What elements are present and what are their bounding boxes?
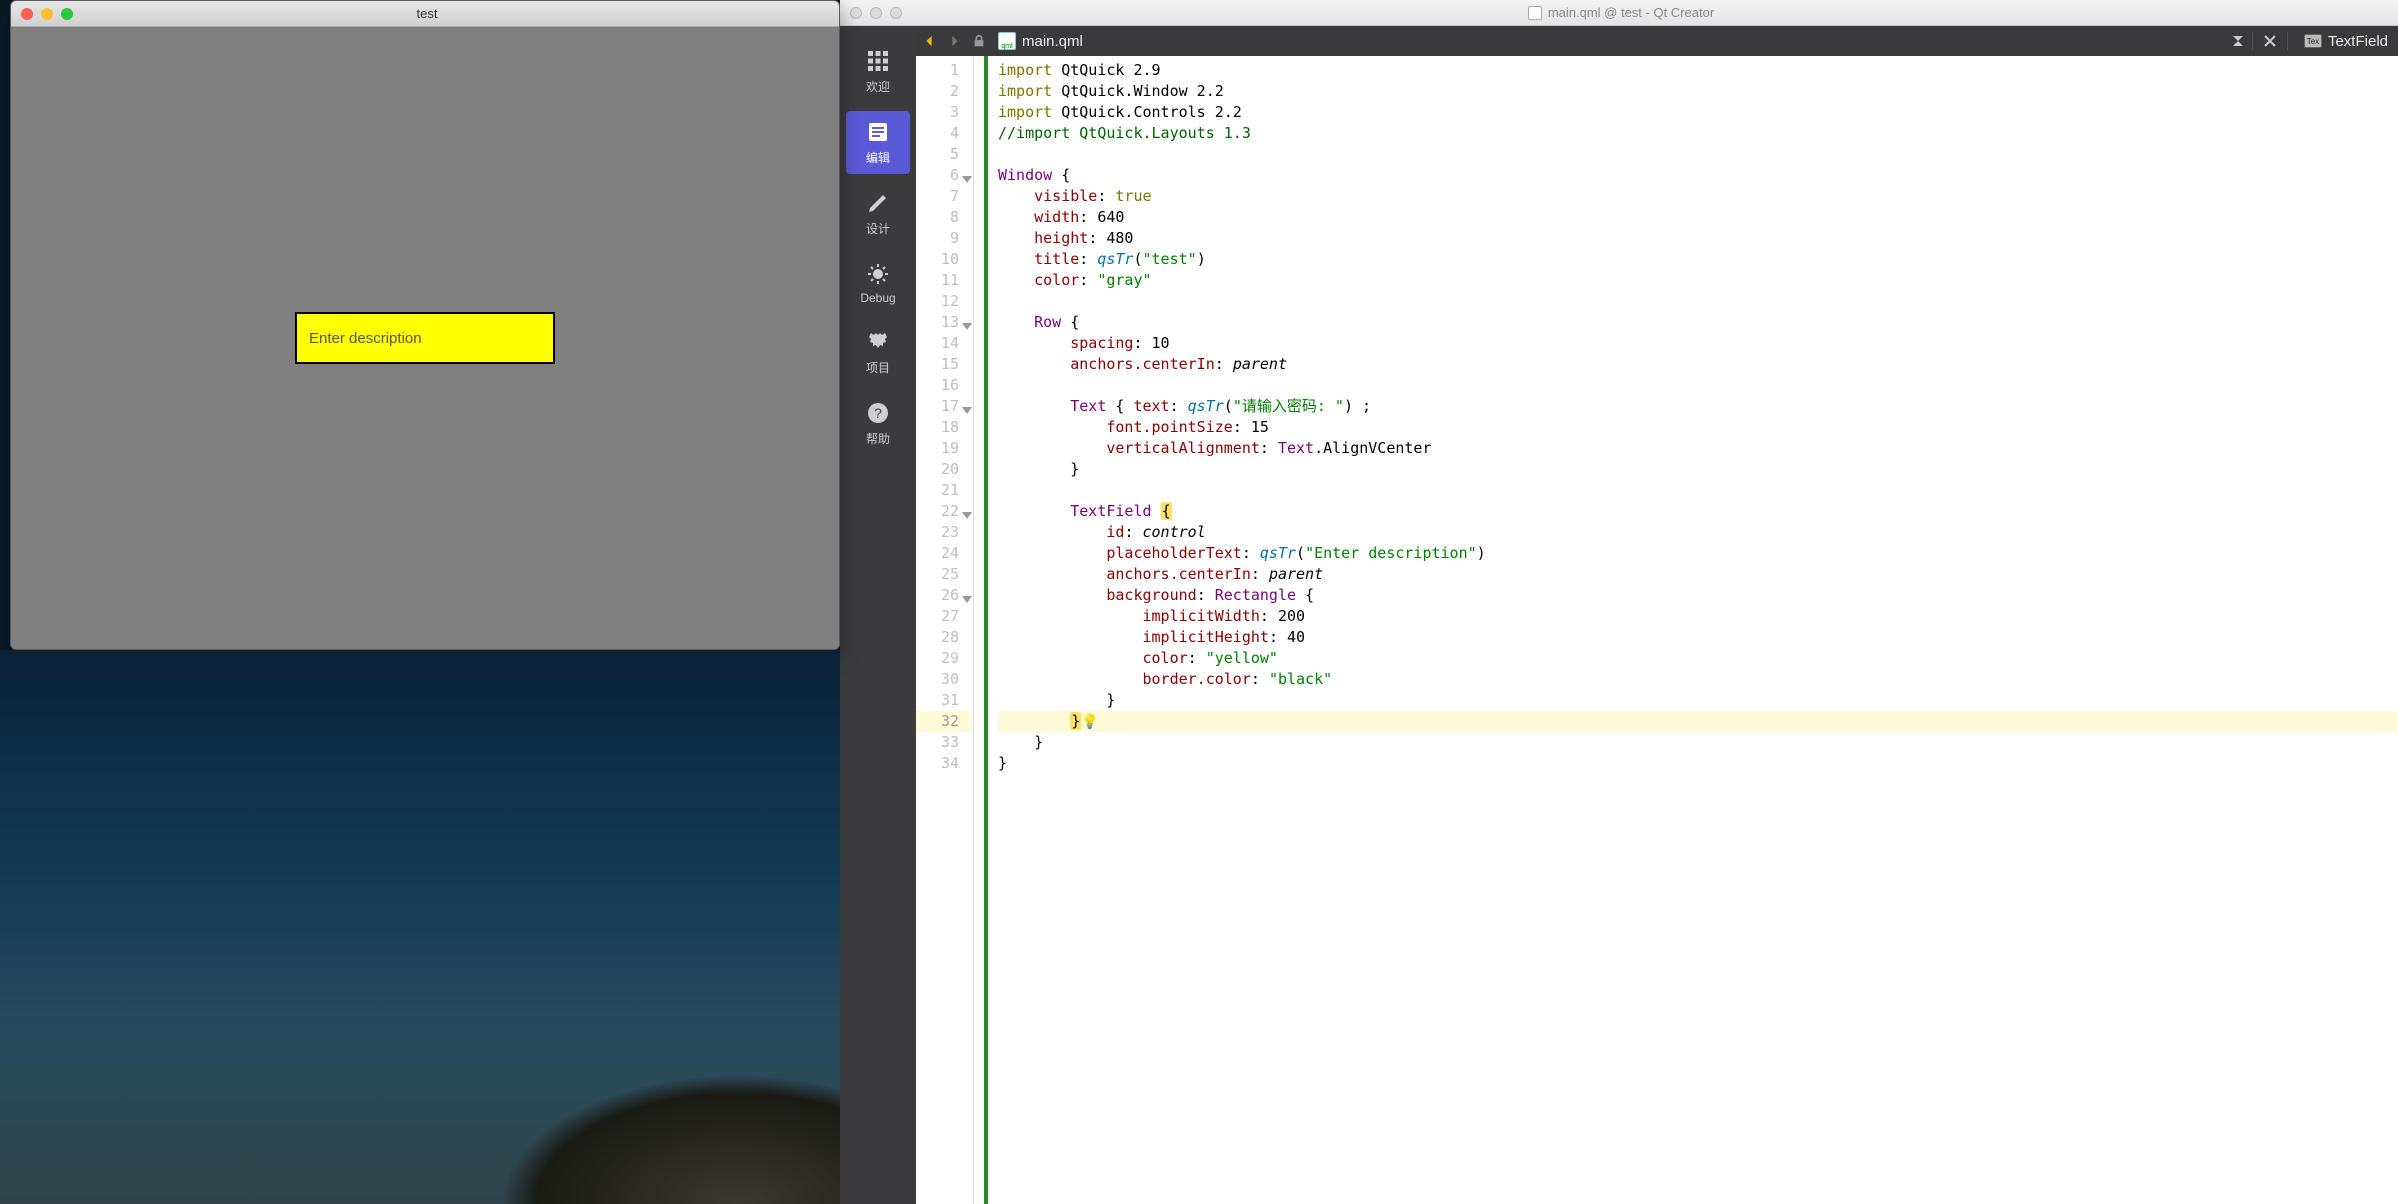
code-line[interactable] [998,375,2398,396]
sidebar-item-help[interactable]: ? 帮助 [846,392,910,455]
sidebar-item-label: 欢迎 [866,78,890,95]
code-line[interactable] [998,144,2398,165]
code-line[interactable]: anchors.centerIn: parent [998,564,2398,585]
file-dropdown[interactable] [2230,36,2246,46]
code-line[interactable]: font.pointSize: 15 [998,417,2398,438]
symbol-crumb[interactable]: Tex TextField [2294,33,2398,50]
sidebar-item-label: 项目 [866,359,890,376]
code-line[interactable]: import QtQuick.Window 2.2 [998,81,2398,102]
qml-file-icon [998,32,1016,50]
code-line[interactable]: width: 640 [998,207,2398,228]
mode-sidebar: 欢迎编辑设计 Debug 项目? 帮助 [840,26,916,1204]
document-icon [1528,6,1542,20]
editor-column: main.qml Tex TextField 12345678910111213… [916,26,2398,1204]
sidebar-item-design[interactable]: 设计 [846,182,910,245]
code-line[interactable]: placeholderText: qsTr("Enter description… [998,543,2398,564]
preview-titlebar[interactable]: test [11,1,839,27]
nav-forward-button[interactable] [942,28,968,54]
editor-toolbar: main.qml Tex TextField [916,26,2398,56]
design-icon [865,190,891,216]
qtcreator-window: main.qml @ test - Qt Creator 欢迎编辑设计 Debug… [840,0,2398,1204]
code-line[interactable] [998,291,2398,312]
code-line[interactable]: id: control [998,522,2398,543]
wallpaper-rocks [500,1074,840,1204]
help-icon: ? [865,400,891,426]
lock-icon[interactable] [968,34,990,48]
code-line[interactable]: import QtQuick 2.9 [998,60,2398,81]
textfield-symbol-icon: Tex [2304,34,2322,48]
svg-text:?: ? [874,405,882,421]
code-line[interactable]: import QtQuick.Controls 2.2 [998,102,2398,123]
welcome-icon [865,48,891,74]
project-icon [865,329,891,355]
code-line[interactable]: Window { [998,165,2398,186]
code-line[interactable]: visible: true [998,186,2398,207]
preview-window: test [10,0,840,650]
debug-icon [865,261,891,287]
close-document-button[interactable] [2259,35,2281,47]
desktop-area: test [0,0,840,1204]
line-number-gutter: 1234567891011121314151617181920212223242… [916,56,974,1204]
nav-back-button[interactable] [916,28,942,54]
sidebar-item-edit[interactable]: 编辑 [846,111,910,174]
code-line[interactable]: background: Rectangle { [998,585,2398,606]
sidebar-item-welcome[interactable]: 欢迎 [846,40,910,103]
sidebar-item-label: 设计 [866,220,890,237]
code-line[interactable]: //import QtQuick.Layouts 1.3 [998,123,2398,144]
sidebar-item-label: 帮助 [866,430,890,447]
code-line[interactable]: Text { text: qsTr("请输入密码: ") ; [998,396,2398,417]
symbol-name: TextField [2328,33,2388,50]
code-line[interactable]: Row { [998,312,2398,333]
qtcreator-titlebar[interactable]: main.qml @ test - Qt Creator [840,0,2398,26]
code-line[interactable]: color: "yellow" [998,648,2398,669]
code-line[interactable]: border.color: "black" [998,669,2398,690]
code-line[interactable]: } [998,690,2398,711]
code-line[interactable]: TextField { [998,501,2398,522]
code-line[interactable]: title: qsTr("test") [998,249,2398,270]
preview-body [11,27,839,649]
code-line[interactable] [998,480,2398,501]
code-line[interactable]: implicitHeight: 40 [998,627,2398,648]
code-line[interactable]: height: 480 [998,228,2398,249]
open-file-name: main.qml [1022,33,1083,50]
code-line[interactable]: } [998,459,2398,480]
desktop-wallpaper [0,650,840,1204]
description-field[interactable] [309,330,541,347]
sidebar-item-label: Debug [860,291,895,305]
description-field-wrap [295,312,555,364]
code-line[interactable]: verticalAlignment: Text.AlignVCenter [998,438,2398,459]
fold-column [974,56,988,1204]
code-line[interactable]: spacing: 10 [998,333,2398,354]
code-editor[interactable]: 1234567891011121314151617181920212223242… [916,56,2398,1204]
code-line[interactable]: color: "gray" [998,270,2398,291]
preview-window-title: test [25,6,829,21]
qtcreator-window-title: main.qml @ test - Qt Creator [854,5,2388,21]
code-area[interactable]: import QtQuick 2.9import QtQuick.Window … [988,56,2398,1204]
edit-icon [865,119,891,145]
sidebar-item-label: 编辑 [866,149,890,166]
code-line[interactable]: implicitWidth: 200 [998,606,2398,627]
sidebar-item-debug[interactable]: Debug [846,253,910,313]
code-line[interactable]: } [998,753,2398,774]
sidebar-item-project[interactable]: 项目 [846,321,910,384]
code-line[interactable]: anchors.centerIn: parent [998,354,2398,375]
code-line[interactable]: } [998,732,2398,753]
code-line[interactable]: }💡 [998,711,2398,732]
open-file-crumb[interactable]: main.qml [990,32,1091,50]
